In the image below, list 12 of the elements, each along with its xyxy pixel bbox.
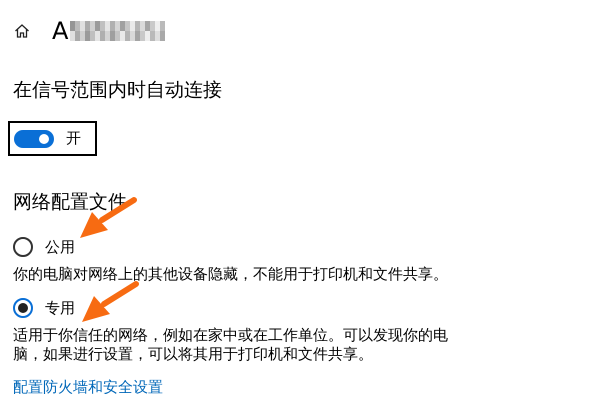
option-description: 适用于你信任的网络，例如在家中或在工作单位。可以发现你的电脑，如果进行设置，可以将其用于打印机和文件共享。 <box>13 326 449 364</box>
radio-label: 专用 <box>45 298 75 318</box>
section-heading: 在信号范围内时自动连接 <box>13 78 223 102</box>
toggle-switch[interactable]: 开 <box>8 121 97 156</box>
radio-button[interactable] <box>13 237 33 257</box>
home-icon[interactable] <box>14 23 30 39</box>
radio-label: 公用 <box>45 238 75 256</box>
page-title: A <box>52 19 68 43</box>
toggle-label: 开 <box>66 129 81 148</box>
radio-button[interactable] <box>13 298 33 318</box>
option-description: 你的电脑对网络上的其他设备隐藏，不能用于打印机和文件共享。 <box>13 265 449 284</box>
firewall-link[interactable]: 配置防火墙和安全设置 <box>13 378 163 397</box>
